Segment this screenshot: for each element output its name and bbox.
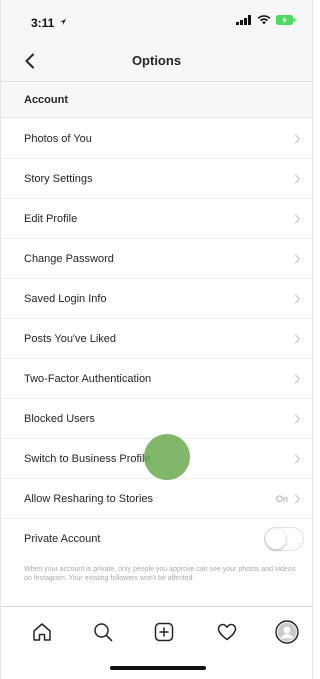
private-account-note: When your account is private, only peopl…: [24, 566, 296, 582]
search-icon: [94, 623, 113, 642]
row-edit-profile[interactable]: Edit Profile: [1, 199, 312, 239]
chevron-right-icon: [294, 174, 301, 184]
row-blocked-users[interactable]: Blocked Users: [1, 399, 312, 439]
chevron-right-icon: [294, 454, 301, 464]
row-label: Posts You've Liked: [24, 333, 117, 345]
row-private-account: Private Account: [1, 519, 312, 559]
row-label: Photos of You: [24, 133, 92, 145]
wifi-icon: [257, 15, 271, 25]
tab-home[interactable]: [29, 619, 55, 645]
options-list: Photos of You Story Settings Edit Profil…: [1, 119, 312, 559]
private-account-toggle[interactable]: [264, 527, 304, 551]
row-label: Saved Login Info: [24, 293, 107, 305]
status-time: 3:11: [31, 16, 55, 30]
row-label: Two-Factor Authentication: [24, 373, 152, 385]
tab-profile[interactable]: [274, 619, 300, 645]
row-label: Story Settings: [24, 173, 93, 185]
row-posts-youve-liked[interactable]: Posts You've Liked: [1, 319, 312, 359]
location-arrow-icon: [60, 19, 66, 25]
chevron-right-icon: [294, 494, 301, 504]
row-label: Private Account: [24, 533, 101, 545]
add-post-icon: [154, 622, 174, 642]
home-icon: [33, 623, 51, 641]
toggle-knob: [266, 529, 286, 549]
navigation-bar: Options: [1, 40, 312, 82]
activity-heart-icon: [217, 623, 237, 641]
battery-charging-icon: [276, 15, 296, 25]
chevron-right-icon: [294, 214, 301, 224]
section-header-label: Account: [24, 94, 68, 106]
status-indicators: [236, 15, 296, 25]
tab-new-post[interactable]: [151, 619, 177, 645]
chevron-right-icon: [294, 134, 301, 144]
row-value: On: [275, 494, 288, 504]
chevron-right-icon: [294, 334, 301, 344]
touch-indicator: [144, 434, 190, 480]
row-two-factor-authentication[interactable]: Two-Factor Authentication: [1, 359, 312, 399]
row-label: Blocked Users: [24, 413, 95, 425]
row-change-password[interactable]: Change Password: [1, 239, 312, 279]
tab-bar: [1, 606, 312, 656]
chevron-right-icon: [294, 374, 301, 384]
row-saved-login-info[interactable]: Saved Login Info: [1, 279, 312, 319]
profile-avatar-icon: [275, 620, 299, 644]
row-story-settings[interactable]: Story Settings: [1, 159, 312, 199]
cellular-signal-icon: [236, 15, 251, 25]
tab-activity[interactable]: [214, 619, 240, 645]
row-allow-resharing-to-stories[interactable]: Allow Resharing to Stories On: [1, 479, 312, 519]
row-photos-of-you[interactable]: Photos of You: [1, 119, 312, 159]
chevron-right-icon: [294, 294, 301, 304]
row-label: Edit Profile: [24, 213, 78, 225]
chevron-right-icon: [294, 254, 301, 264]
page-title: Options: [131, 53, 182, 68]
row-label: Switch to Business Profile: [24, 453, 151, 465]
status-bar: 3:11: [1, 0, 312, 40]
row-label: Allow Resharing to Stories: [24, 493, 154, 505]
chevron-right-icon: [294, 414, 301, 424]
options-screen: 3:11 Options Account Photos of You Story…: [0, 0, 313, 679]
tab-search[interactable]: [90, 619, 116, 645]
row-label: Change Password: [24, 253, 114, 265]
section-header-account: Account: [1, 82, 312, 118]
home-indicator-bar: [110, 666, 206, 670]
